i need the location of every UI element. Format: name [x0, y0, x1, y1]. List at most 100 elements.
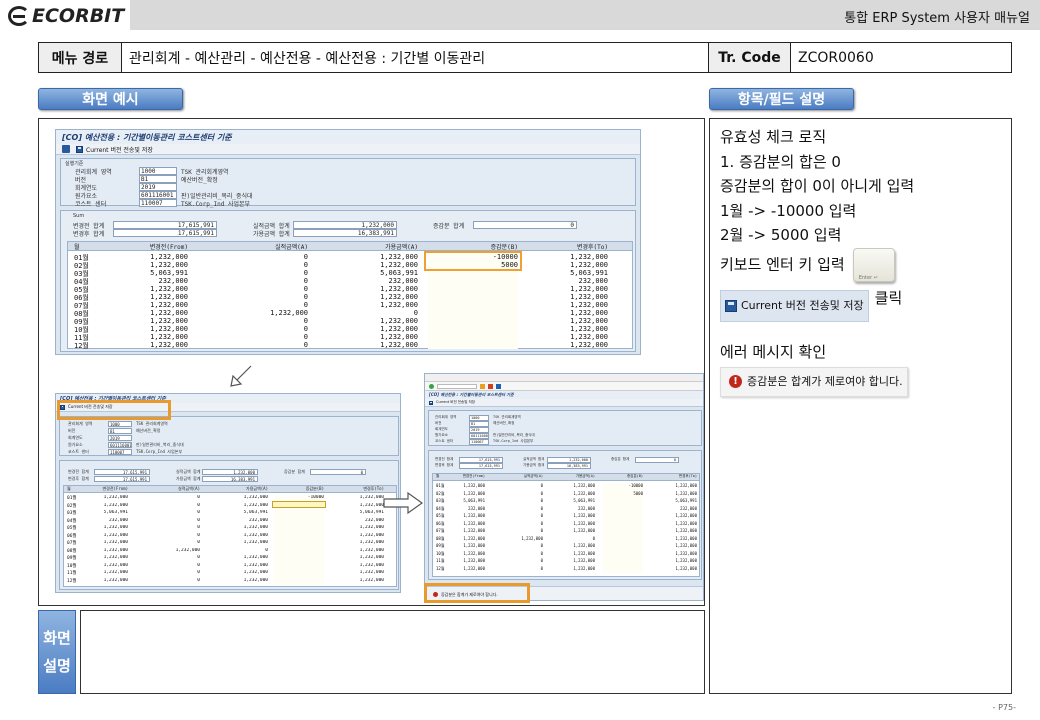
- grid-cell: 0: [540, 543, 543, 548]
- grid-cell: 1,232,000: [243, 525, 268, 530]
- grid-cell: 1,232,000: [675, 565, 697, 571]
- grid-cell: 06월: [67, 533, 77, 539]
- save-disk-icon: [725, 299, 737, 312]
- grid-cell: 5,063,991: [573, 498, 595, 503]
- screen-desc-label-2: 설명: [43, 657, 71, 675]
- grid-cell: 11월: [67, 571, 77, 576]
- save-button-highlight: [57, 400, 171, 420]
- grid-column-header: 월: [74, 244, 80, 251]
- grid-column-header: 변경후(To): [363, 486, 384, 491]
- sum-value: 0: [635, 457, 679, 463]
- grid-cell: 1,232,000: [150, 309, 188, 317]
- grid-cell: 1,232,000: [380, 333, 418, 341]
- grid-cell: 1,232,000: [243, 495, 268, 500]
- sum-value: 16,383,991: [293, 229, 397, 237]
- screen-example-tab: 화면 예시: [38, 88, 183, 110]
- sum-label: 실적금액 합계: [523, 457, 545, 461]
- toolbar-icon[interactable]: [488, 383, 493, 389]
- grid-cell: [274, 525, 324, 533]
- grid-cell: [603, 550, 643, 558]
- grid-cell: 1,232,000: [675, 483, 697, 488]
- grid-cell: 1,232,000: [521, 535, 543, 541]
- grid-cell: 1,232,000: [675, 535, 697, 541]
- criteria-title: 실행기준: [65, 161, 84, 167]
- sap-main-save-label: Current 버전 전송및 저장: [86, 146, 153, 154]
- menu-path-row: 메뉴 경로 관리회계 - 예산관리 - 예산전용 - 예산전용 : 기간별 이동…: [38, 42, 1012, 73]
- grid-cell: 1,232,000: [675, 513, 697, 518]
- active-input-cell[interactable]: [272, 501, 326, 508]
- ok-icon[interactable]: [429, 383, 434, 389]
- screen-description-label: 화면 설명: [38, 610, 76, 694]
- sap-step2-grid: 월 변경전(From) 실적금액(A) 가용금액(A) 증감분(B) 변경후(To) 01…: [432, 473, 700, 577]
- grid-cell: 0: [540, 565, 543, 571]
- toolbar-icon[interactable]: [480, 383, 485, 389]
- sap-main-grid: 월 변경전(From) 실적금액(A) 가용금액(A) 증감분(B) 변경후(To) 01…: [67, 241, 633, 349]
- save-button-instruction: Current 버전 전송및 저장 클릭: [720, 289, 1001, 322]
- grid-cell: 07월: [67, 541, 77, 546]
- grid-cell: [274, 562, 324, 570]
- grid-cell: 0: [197, 495, 200, 500]
- grid-cell: 0: [540, 558, 543, 563]
- grid-column-header: 변경전(From): [462, 474, 485, 478]
- sap-step2-screenshot: [CO] 예산전용 : 기간별이동관리 코스트센터 기준 Current 버전 …: [424, 373, 704, 601]
- sap-step2-criteria: 관리회계 영역 1000 TSK 관리회계영역 버전 B1 예산버전_확정 회계연도 2019…: [428, 410, 702, 446]
- grid-cell: [603, 505, 643, 513]
- grid-cell: [428, 341, 518, 349]
- sap-step2-sum-area: 변경전 합계 17,615,991 실적금액 합계 1,232,000 증감분 합계 0 변…: [428, 450, 702, 580]
- grid-cell: [603, 565, 643, 573]
- sap-main-sum-area: Sum 변경전 합계 17,615,991 실적금액 합계 1,232,000 증감분 …: [60, 210, 636, 352]
- grid-cell: 5,063,991: [103, 510, 128, 515]
- sum-label: 가용금액 합계: [253, 231, 290, 238]
- grid-cell: 1,232,000: [243, 570, 268, 575]
- sap-main-screenshot: [CO] 예산전용 : 기간별이동관리 코스트센터 기준 Current 버전 …: [55, 129, 641, 355]
- sap-step2-save-button[interactable]: Current 버전 전송및 저장: [429, 400, 475, 405]
- grid-cell: 0: [540, 483, 543, 488]
- grid-cell: 1,232,000: [573, 520, 595, 526]
- grid-column-header: 변경전(From): [149, 244, 188, 251]
- grid-cell: 01월: [436, 483, 445, 488]
- grid-cell: 1,232,000: [103, 547, 128, 553]
- sap-main-toolbar: Current 버전 전송및 저장: [56, 144, 640, 155]
- sum-value: 1,232,000: [547, 457, 591, 463]
- grid-cell: 0: [197, 540, 200, 545]
- info-icon[interactable]: [62, 145, 70, 153]
- grid-cell: 12월: [74, 342, 89, 349]
- grid-cell: 1,232,000: [463, 520, 485, 526]
- sum-label: 변경후 합계: [73, 231, 105, 238]
- grid-cell: 1,232,000: [570, 261, 608, 269]
- criteria-field-label: 코스트 센터: [68, 449, 89, 454]
- grid-cell: 1,232,000: [675, 550, 697, 556]
- grid-cell: [274, 540, 324, 548]
- description-line: 2월 -> 5000 입력: [720, 226, 842, 244]
- sum-value: 17,615,991: [459, 457, 503, 463]
- grid-cell: 1,232,000: [150, 301, 188, 309]
- sum-value: 16,383,991: [202, 476, 258, 482]
- sum-title: Sum: [73, 213, 85, 219]
- criteria-field-value: 1000: [469, 415, 489, 421]
- grid-column-header: 변경후(To): [678, 474, 697, 478]
- grid-cell: 0: [265, 547, 268, 553]
- grid-cell: 02월: [67, 503, 77, 509]
- criteria-field-text: 판)일반관리비_복리_중식대: [493, 433, 535, 437]
- grid-cell: 1,232,000: [359, 540, 384, 545]
- grid-cell: 1,232,000: [573, 528, 595, 533]
- grid-cell: 232,000: [109, 517, 128, 523]
- grid-cell: 0: [540, 550, 543, 556]
- grid-cell: 09월: [67, 556, 77, 561]
- grid-cell: 1,232,000: [103, 577, 128, 583]
- grid-cell: 232,000: [388, 277, 418, 285]
- sap-main-save-button[interactable]: Current 버전 전송및 저장: [76, 145, 153, 154]
- criteria-field-value: B1: [469, 421, 489, 427]
- toolbar-icon[interactable]: [496, 383, 501, 389]
- grid-cell: 0: [303, 253, 308, 261]
- grid-cell: 1,232,000: [675, 520, 697, 526]
- criteria-field-value: 2019: [139, 183, 177, 191]
- input-highlight-box: [424, 251, 522, 271]
- grid-cell: 1,232,000: [380, 301, 418, 309]
- criteria-field-value: 1000: [108, 421, 132, 427]
- sum-label: 변경전 합계: [435, 457, 454, 461]
- grid-cell: 0: [413, 309, 418, 317]
- command-field[interactable]: [437, 383, 477, 389]
- criteria-field-value: 601116001: [139, 191, 177, 199]
- grid-cell: [274, 570, 324, 578]
